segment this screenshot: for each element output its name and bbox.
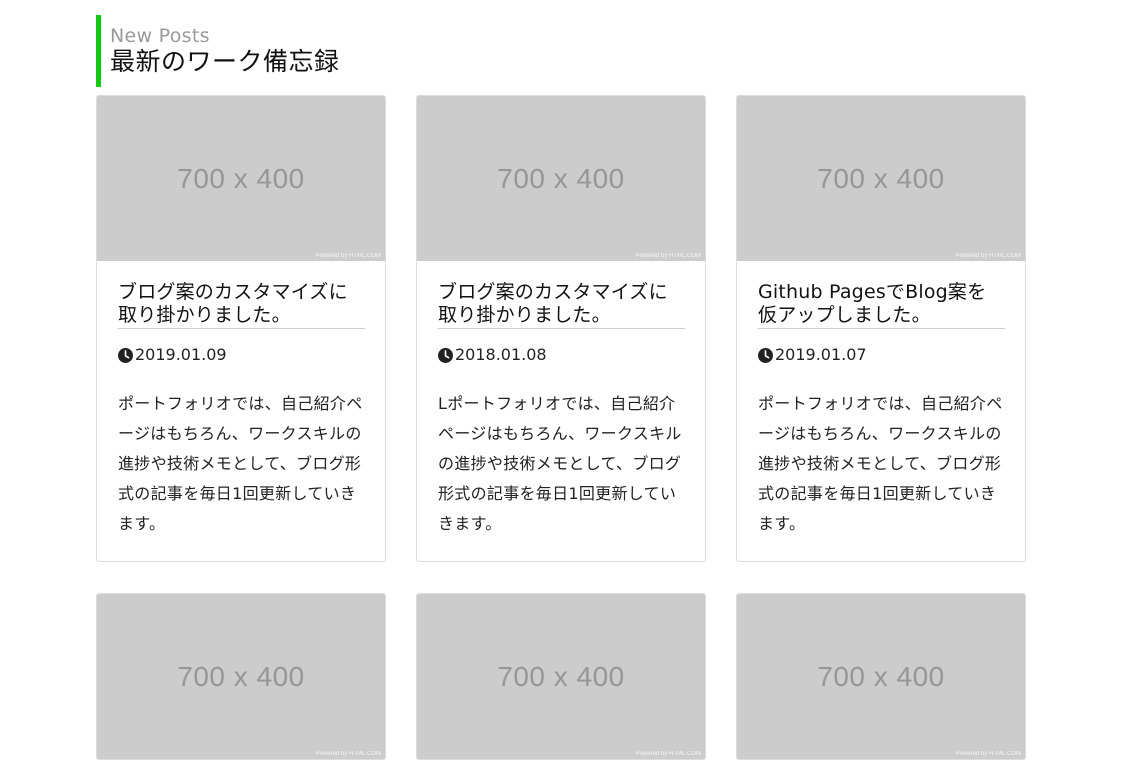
post-card-body: ブログ案のカスタマイズに取り掛かりました。 2019.01.09 ポートフォリオ… [97,261,385,561]
post-thumbnail[interactable]: 700 x 400 Powered by HTML.COM [417,96,705,261]
post-title[interactable]: ブログ案のカスタマイズに取り掛かりました。 [118,281,365,329]
thumbnail-placeholder-label: 700 x 400 [497,162,625,194]
post-thumbnail[interactable]: 700 x 400 Powered by HTML.COM [737,96,1025,261]
thumbnail-credit: Powered by HTML.COM [315,253,381,259]
thumbnail-credit: Powered by HTML.COM [955,253,1021,259]
post-excerpt: ポートフォリオでは、自己紹介ページはもちろん、ワークスキルの進捗や技術メモとして… [758,394,1003,533]
thumbnail-credit: Powered by HTML.COM [635,751,701,757]
clock-icon [758,347,773,363]
post-title[interactable]: Github PagesでBlog案を仮アップしました。 [758,281,1005,329]
post-card[interactable]: 700 x 400 Powered by HTML.COM ブログ案のカスタマイ… [96,95,386,562]
thumbnail-placeholder-label: 700 x 400 [177,660,305,692]
thumbnail-credit: Powered by HTML.COM [315,751,381,757]
thumbnail-placeholder-label: 700 x 400 [817,162,945,194]
post-card[interactable]: 700 x 400 Powered by HTML.COM Github Pag… [736,95,1026,562]
thumbnail-credit: Powered by HTML.COM [955,751,1021,757]
post-card[interactable]: 700 x 400 Powered by HTML.COM ブログ案のカスタマイ… [416,95,706,562]
section-title: 最新のワーク備忘録 [110,47,340,76]
post-date: 2019.01.09 [118,345,365,365]
post-thumbnail[interactable]: 700 x 400 Powered by HTML.COM [737,594,1025,759]
post-thumbnail[interactable]: 700 x 400 Powered by HTML.COM [97,96,385,261]
section-subtitle: New Posts [110,25,210,47]
post-date: 2019.01.07 [758,345,1005,365]
post-date: 2018.01.08 [438,345,685,365]
post-card[interactable]: 700 x 400 Powered by HTML.COM [736,593,1026,760]
post-card-body: ブログ案のカスタマイズに取り掛かりました。 2018.01.08 Lポートフォリ… [417,261,705,561]
clock-icon [118,347,133,363]
clock-icon [438,347,453,363]
post-title[interactable]: ブログ案のカスタマイズに取り掛かりました。 [438,281,685,329]
post-card-body: Github PagesでBlog案を仮アップしました。 2019.01.07 … [737,261,1025,561]
post-thumbnail[interactable]: 700 x 400 Powered by HTML.COM [97,594,385,759]
thumbnail-credit: Powered by HTML.COM [635,253,701,259]
thumbnail-placeholder-label: 700 x 400 [497,660,625,692]
post-date-text: 2019.01.09 [135,345,227,364]
thumbnail-placeholder-label: 700 x 400 [817,660,945,692]
post-date-text: 2019.01.07 [775,345,867,364]
posts-grid: 700 x 400 Powered by HTML.COM ブログ案のカスタマイ… [96,95,1026,760]
post-thumbnail[interactable]: 700 x 400 Powered by HTML.COM [417,594,705,759]
thumbnail-placeholder-label: 700 x 400 [177,162,305,194]
post-excerpt: Lポートフォリオでは、自己紹介ページはもちろん、ワークスキルの進捗や技術メモとし… [438,394,682,533]
post-card[interactable]: 700 x 400 Powered by HTML.COM [96,593,386,760]
post-card[interactable]: 700 x 400 Powered by HTML.COM [416,593,706,760]
section-header: New Posts 最新のワーク備忘録 [96,15,340,87]
post-excerpt: ポートフォリオでは、自己紹介ページはもちろん、ワークスキルの進捗や技術メモとして… [118,394,363,533]
post-date-text: 2018.01.08 [455,345,547,364]
